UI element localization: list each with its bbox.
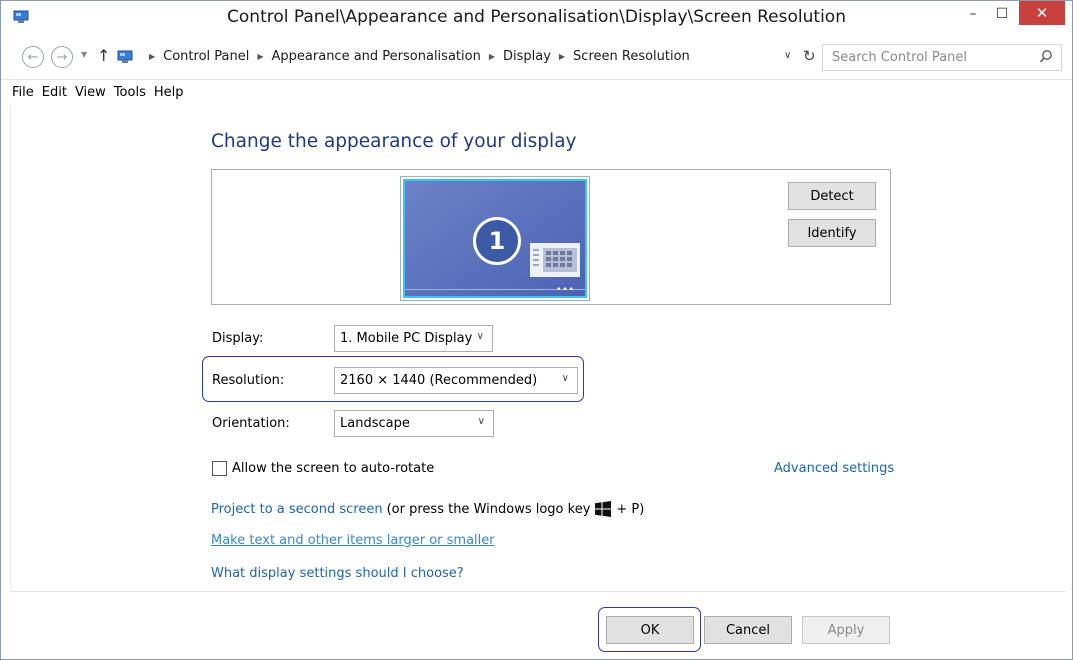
- advanced-settings-link[interactable]: Advanced settings: [774, 461, 894, 476]
- resolution-select-value: 2160 × 1440 (Recommended): [340, 373, 538, 388]
- pane-divider: [10, 106, 11, 591]
- menu-help[interactable]: Help: [154, 85, 184, 100]
- project-hint-text: (or press the Windows logo key: [386, 501, 591, 517]
- address-dropdown-icon[interactable]: ∨: [784, 50, 791, 61]
- chevron-right-icon[interactable]: ▶: [489, 52, 495, 61]
- refresh-icon[interactable]: ↻: [803, 47, 816, 65]
- resolution-select[interactable]: 2160 × 1440 (Recommended) ∨: [334, 367, 578, 394]
- up-arrow-icon[interactable]: ↑: [97, 46, 110, 65]
- ok-button[interactable]: OK: [606, 616, 694, 644]
- maximize-button[interactable]: ☐: [988, 1, 1016, 27]
- monitor-number: 1: [473, 217, 521, 265]
- display-label: Display:: [212, 331, 264, 346]
- screen-resolution-window: Control Panel\Appearance and Personalisa…: [0, 0, 1073, 660]
- page-title: Change the appearance of your display: [211, 131, 577, 152]
- auto-rotate-checkbox[interactable]: [212, 461, 227, 476]
- footer-divider: [10, 591, 1065, 592]
- monitor-screen: 1 •••: [403, 179, 587, 298]
- menu-tools[interactable]: Tools: [114, 85, 146, 100]
- window-title: Control Panel\Appearance and Personalisa…: [227, 7, 846, 27]
- orientation-label: Orientation:: [212, 416, 290, 431]
- chevron-down-icon: ∨: [561, 373, 569, 384]
- project-hint-suffix: + P): [616, 501, 645, 517]
- back-arrow-icon[interactable]: ←: [22, 46, 44, 68]
- title-bar: Control Panel\Appearance and Personalisa…: [1, 1, 1072, 37]
- orientation-select-value: Landscape: [340, 416, 410, 431]
- chevron-right-icon[interactable]: ▶: [559, 52, 565, 61]
- display-select-value: 1. Mobile PC Display: [340, 331, 473, 346]
- breadcrumb-display[interactable]: Display: [503, 49, 551, 64]
- breadcrumb-control-panel[interactable]: Control Panel: [163, 49, 249, 64]
- project-line: Project to a second screen (or press the…: [211, 501, 644, 517]
- chevron-down-icon: ∨: [477, 416, 485, 427]
- cancel-button[interactable]: Cancel: [704, 616, 792, 644]
- menu-file[interactable]: File: [12, 85, 34, 100]
- forward-arrow-icon[interactable]: →: [51, 46, 73, 68]
- identify-button[interactable]: Identify: [788, 219, 876, 247]
- breadcrumb: ▶ Control Panel ▶ Appearance and Persona…: [117, 49, 690, 64]
- orientation-select[interactable]: Landscape ∨: [334, 410, 494, 437]
- chevron-right-icon[interactable]: ▶: [257, 52, 263, 61]
- control-panel-icon: [117, 50, 133, 63]
- search-input[interactable]: Search Control Panel: [822, 44, 1062, 71]
- project-second-screen-link[interactable]: Project to a second screen: [211, 502, 383, 517]
- auto-rotate-label[interactable]: Allow the screen to auto-rotate: [232, 461, 434, 476]
- search-placeholder: Search Control Panel: [832, 50, 967, 65]
- recent-locations-icon[interactable]: ▼: [81, 50, 87, 59]
- windows-logo-icon: [595, 501, 612, 517]
- chevron-right-icon: ▶: [149, 52, 156, 61]
- menu-view[interactable]: View: [75, 85, 106, 100]
- detect-button[interactable]: Detect: [788, 182, 876, 210]
- breadcrumb-screen-resolution[interactable]: Screen Resolution: [573, 49, 690, 64]
- display-preview-panel: 1 ••• Detect Identify: [211, 169, 891, 305]
- resolution-label: Resolution:: [212, 373, 285, 388]
- minimize-button[interactable]: –: [959, 1, 987, 27]
- address-bar: ← → ▼ ↑ ▶ Control Panel ▶ Appearance and…: [1, 39, 1072, 77]
- display-help-link[interactable]: What display settings should I choose?: [211, 566, 464, 581]
- start-screen-tiles-icon: [530, 243, 580, 277]
- close-button[interactable]: ✕: [1019, 1, 1065, 25]
- more-dots-icon: •••: [556, 285, 575, 295]
- display-select[interactable]: 1. Mobile PC Display ∨: [334, 325, 493, 352]
- text-size-link[interactable]: Make text and other items larger or smal…: [211, 533, 495, 548]
- search-icon[interactable]: [1039, 49, 1053, 65]
- menu-edit[interactable]: Edit: [42, 85, 67, 100]
- menu-bar: File Edit View Tools Help: [1, 79, 1072, 105]
- chevron-down-icon: ∨: [476, 331, 484, 342]
- apply-button[interactable]: Apply: [802, 616, 890, 644]
- monitor-1-preview[interactable]: 1 •••: [400, 176, 590, 301]
- breadcrumb-appearance[interactable]: Appearance and Personalisation: [272, 49, 481, 64]
